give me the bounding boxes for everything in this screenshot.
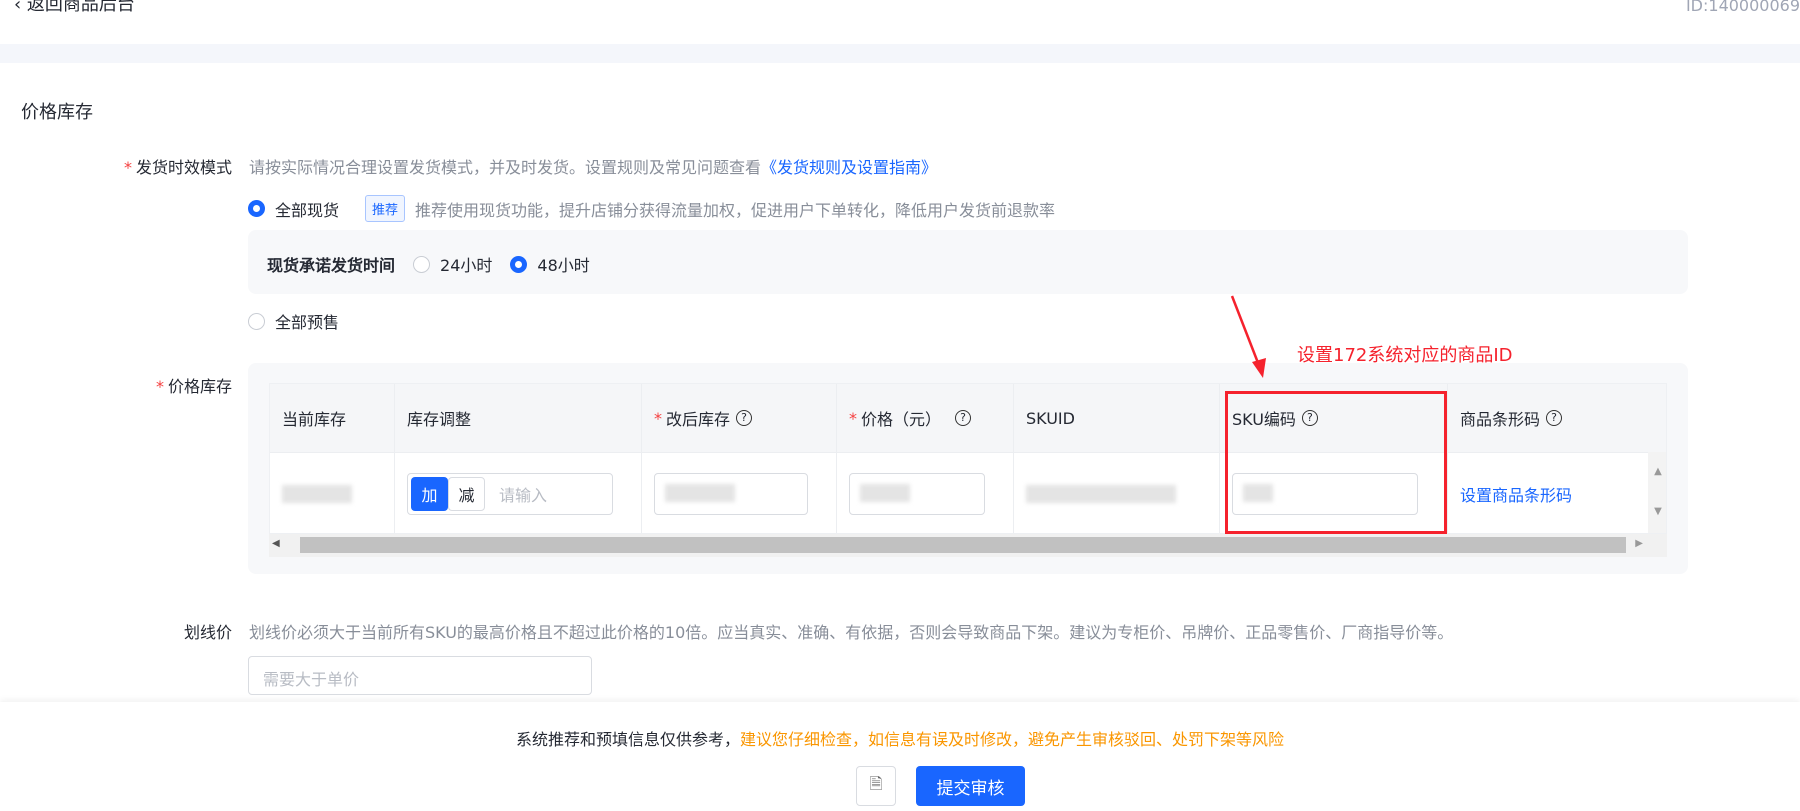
help-icon: ?	[736, 410, 753, 426]
radio-spot[interactable]: 全部现货 推荐 推荐使用现货功能，提升店铺分获得流量加权，促进用户下单转化，降低…	[248, 195, 1055, 222]
radio-48h[interactable]	[510, 255, 528, 273]
col-price: * 价格（元）?	[837, 384, 1014, 452]
vertical-scrollbar[interactable]: ▲ ▼	[1648, 452, 1666, 533]
draft-icon-button[interactable]: 🗎	[856, 766, 896, 806]
back-link[interactable]: ‹ 返回商品后台	[14, 0, 135, 16]
promise-label: 现货承诺发货时间	[267, 256, 396, 275]
strike-price-hint: 划线价必须大于当前所有SKU的最高价格且不超过此价格的10倍。应当真实、准确、有…	[249, 623, 1454, 642]
help-icon: ?	[1546, 410, 1563, 426]
radio-icon[interactable]	[248, 200, 265, 217]
current-stock-value	[270, 452, 395, 533]
help-icon: ?	[955, 410, 972, 426]
delivery-hint: 请按实际情况合理设置发货模式，并及时发货。设置规则及常见问题查看《发货规则及设置…	[249, 158, 938, 177]
annotation-arrow	[1230, 295, 1266, 378]
radio-icon[interactable]	[248, 312, 265, 330]
annotation-text: 设置172系统对应的商品ID	[1297, 345, 1513, 366]
footer	[0, 702, 1800, 811]
horizontal-scrollbar[interactable]: ◀ ▶	[269, 534, 1667, 557]
guide-link[interactable]: 《发货规则及设置指南》	[761, 158, 937, 177]
recommend-tag: 推荐	[365, 195, 406, 222]
scrollbar-thumb[interactable]	[300, 537, 1626, 553]
product-id: ID:14000006​9	[1685, 0, 1800, 15]
skuid-value	[1014, 452, 1220, 533]
stock-label: * 价格库存	[155, 377, 232, 396]
document-icon: 🗎	[869, 773, 883, 793]
submit-button[interactable]: 提交审核	[916, 766, 1025, 806]
divider-band	[0, 44, 1800, 63]
new-stock-input[interactable]	[654, 473, 808, 515]
sku-table: 当前库存 库存调整 * 改后库存? * 价格（元）? SKUID SKU编码? 商品…	[269, 383, 1667, 534]
col-adjust: 库存调整	[395, 384, 642, 452]
price-input[interactable]	[849, 473, 985, 515]
col-new-stock: * 改后库存?	[642, 384, 837, 452]
section-title: 价格库存	[21, 102, 93, 123]
strike-price-input[interactable]: 需要大于单价	[248, 656, 592, 695]
set-barcode-link[interactable]: 设置商品条形码	[1460, 482, 1572, 506]
strike-price-label: 划线价	[183, 623, 232, 642]
annotation-box	[1225, 391, 1447, 534]
delivery-label: * 发货时效模式	[123, 158, 232, 177]
col-skuid: SKUID	[1014, 384, 1220, 452]
top-bar	[0, 0, 1800, 44]
recommend-text: 推荐使用现货功能，提升店铺分获得流量加权，促进用户下单转化，降低用户发货前退款率	[415, 200, 1056, 220]
radio-presale[interactable]: 全部预售	[248, 309, 339, 333]
col-current-stock: 当前库存	[270, 384, 395, 452]
footer-notice: 系统推荐和预填信息仅供参考，建议您仔细检查，如信息有误及时修改，避免产生审核驳回…	[515, 730, 1285, 749]
add-button[interactable]: 加	[411, 477, 448, 511]
col-barcode: 商品条形码?	[1448, 384, 1666, 452]
subtract-button[interactable]: 减	[448, 477, 485, 511]
radio-24h[interactable]	[413, 255, 431, 273]
adjust-input[interactable]: 加 减 请输入	[407, 473, 613, 515]
